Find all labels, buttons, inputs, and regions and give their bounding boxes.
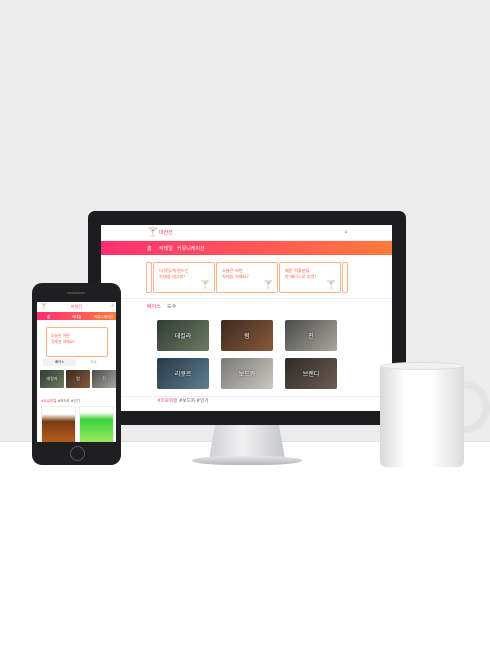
monitor-stand-base: [192, 456, 302, 465]
tab-base[interactable]: 베이스: [43, 359, 76, 366]
coffee-mug: [380, 366, 464, 467]
tile-label: 진: [102, 376, 106, 381]
cocktail-glass-icon[interactable]: 🍸: [40, 303, 47, 310]
recommend-card-partial[interactable]: [342, 262, 348, 293]
tile-label: 럼: [244, 333, 250, 340]
cocktail-glass-icon: 🍸: [200, 280, 210, 289]
search-icon[interactable]: ⌕: [111, 303, 114, 309]
card-line2: 칵테일 어때요?: [222, 274, 249, 279]
tile-label: 데킬라: [46, 376, 58, 381]
desktop-screen: 🍸 마한잔 ⌕ 홈 칵테일 커뮤니케이션 더 맛있게 만드는 칵테일 레시피! …: [101, 225, 392, 411]
recommend-card-partial[interactable]: [146, 262, 152, 293]
phone-speaker: [67, 292, 85, 294]
base-tile-rum[interactable]: 럼: [221, 320, 273, 351]
tile-label: 리큐르: [174, 371, 192, 378]
desktop-logo-text[interactable]: 마한잔: [159, 229, 173, 236]
tab-abv[interactable]: 도수: [167, 303, 176, 310]
cocktail-glass-icon[interactable]: 🍸: [147, 228, 158, 238]
tile-label: 럼: [76, 376, 80, 381]
base-tile-rum[interactable]: 럼: [66, 370, 90, 388]
tab-abv[interactable]: 도수: [77, 359, 110, 366]
hashtag-rest[interactable]: #보드카 #인기: [57, 399, 79, 403]
hashtag-hot[interactable]: #트로피컬: [41, 399, 56, 403]
nav-community[interactable]: 커뮤니케이션: [177, 245, 205, 252]
nav-cocktail[interactable]: 칵테일: [72, 314, 81, 319]
recommend-card[interactable]: 오늘은 어떤 칵테일 어때요?: [46, 327, 108, 357]
hashtag-rest[interactable]: #보드카 #인기: [179, 399, 209, 404]
nav-cocktail[interactable]: 칵테일: [159, 245, 173, 252]
nav-home[interactable]: 홈: [47, 314, 50, 319]
recommend-card[interactable]: 더 맛있게 만드는 칵테일 레시피! 🍸: [153, 262, 215, 293]
recommend-card-row: 더 맛있게 만드는 칵테일 레시피! 🍸 오늘은 어떤 칵테일 어때요? 🍸 매…: [101, 262, 392, 293]
cocktail-glass-icon: 🍸: [326, 280, 336, 289]
search-icon[interactable]: ⌕: [344, 228, 348, 237]
nav-home[interactable]: 홈: [147, 245, 152, 252]
card-line2: 한 페이스로 추천!: [285, 274, 317, 279]
base-tile-tequila[interactable]: 데킬라: [40, 370, 64, 388]
mobile-logo-text[interactable]: 마한잔: [71, 304, 82, 310]
monitor-stand-neck: [209, 425, 285, 459]
base-tile-gin[interactable]: 진: [92, 370, 116, 388]
desktop-nav: 홈 칵테일 커뮤니케이션: [101, 241, 392, 255]
base-tile-tequila[interactable]: 데킬라: [157, 320, 209, 351]
hashtag-hot[interactable]: #트로피컬: [157, 399, 177, 404]
mug-rim: [380, 362, 464, 370]
cocktail-glass-icon: 🍸: [263, 280, 273, 289]
base-tile-vodka[interactable]: 보드카: [221, 358, 273, 389]
mobile-header: 🍸 마한잔 ⌕: [37, 302, 116, 311]
mobile-tabs: 베이스 도수: [43, 359, 110, 366]
tile-label: 데킬라: [174, 333, 192, 340]
nav-community[interactable]: 커뮤니케이션: [94, 314, 113, 319]
card-line2: 칵테일 레시피!: [159, 274, 186, 279]
hashtag-row: #트로피컬 #보드카 #인기: [157, 398, 208, 404]
tile-label: 브랜디: [302, 371, 320, 378]
drink-card-cola[interactable]: [41, 406, 76, 442]
recommend-card[interactable]: 오늘은 어떤 칵테일 어때요? 🍸: [216, 262, 278, 293]
mobile-screen: 🍸 마한잔 ⌕ 홈 칵테일 커뮤니케이션 오늘은 어떤 칵테일 어때요? 베이스…: [37, 302, 116, 442]
base-tile-liqueur[interactable]: 리큐르: [157, 358, 209, 389]
tile-label: 진: [308, 333, 314, 340]
hashtag-row: #트로피컬 #보드카 #인기: [41, 398, 80, 403]
drink-card-green[interactable]: [79, 406, 114, 442]
tab-base[interactable]: 베이스: [147, 303, 161, 310]
tags-bar: [101, 396, 392, 406]
base-tile-gin[interactable]: 진: [285, 320, 337, 351]
tabs-divider: [101, 298, 392, 299]
mobile-nav: 홈 칵테일 커뮤니케이션: [37, 312, 116, 320]
desktop-header: 🍸 마한잔 ⌕: [101, 225, 392, 241]
card-line2: 칵테일 어때요?: [51, 339, 76, 344]
base-tile-brandy[interactable]: 브랜디: [285, 358, 337, 389]
phone-home-button: [70, 446, 85, 461]
tile-label: 보드카: [238, 371, 256, 378]
recommend-card[interactable]: 매운 먹을분들 한 페이스로 추천! 🍸: [279, 262, 341, 293]
